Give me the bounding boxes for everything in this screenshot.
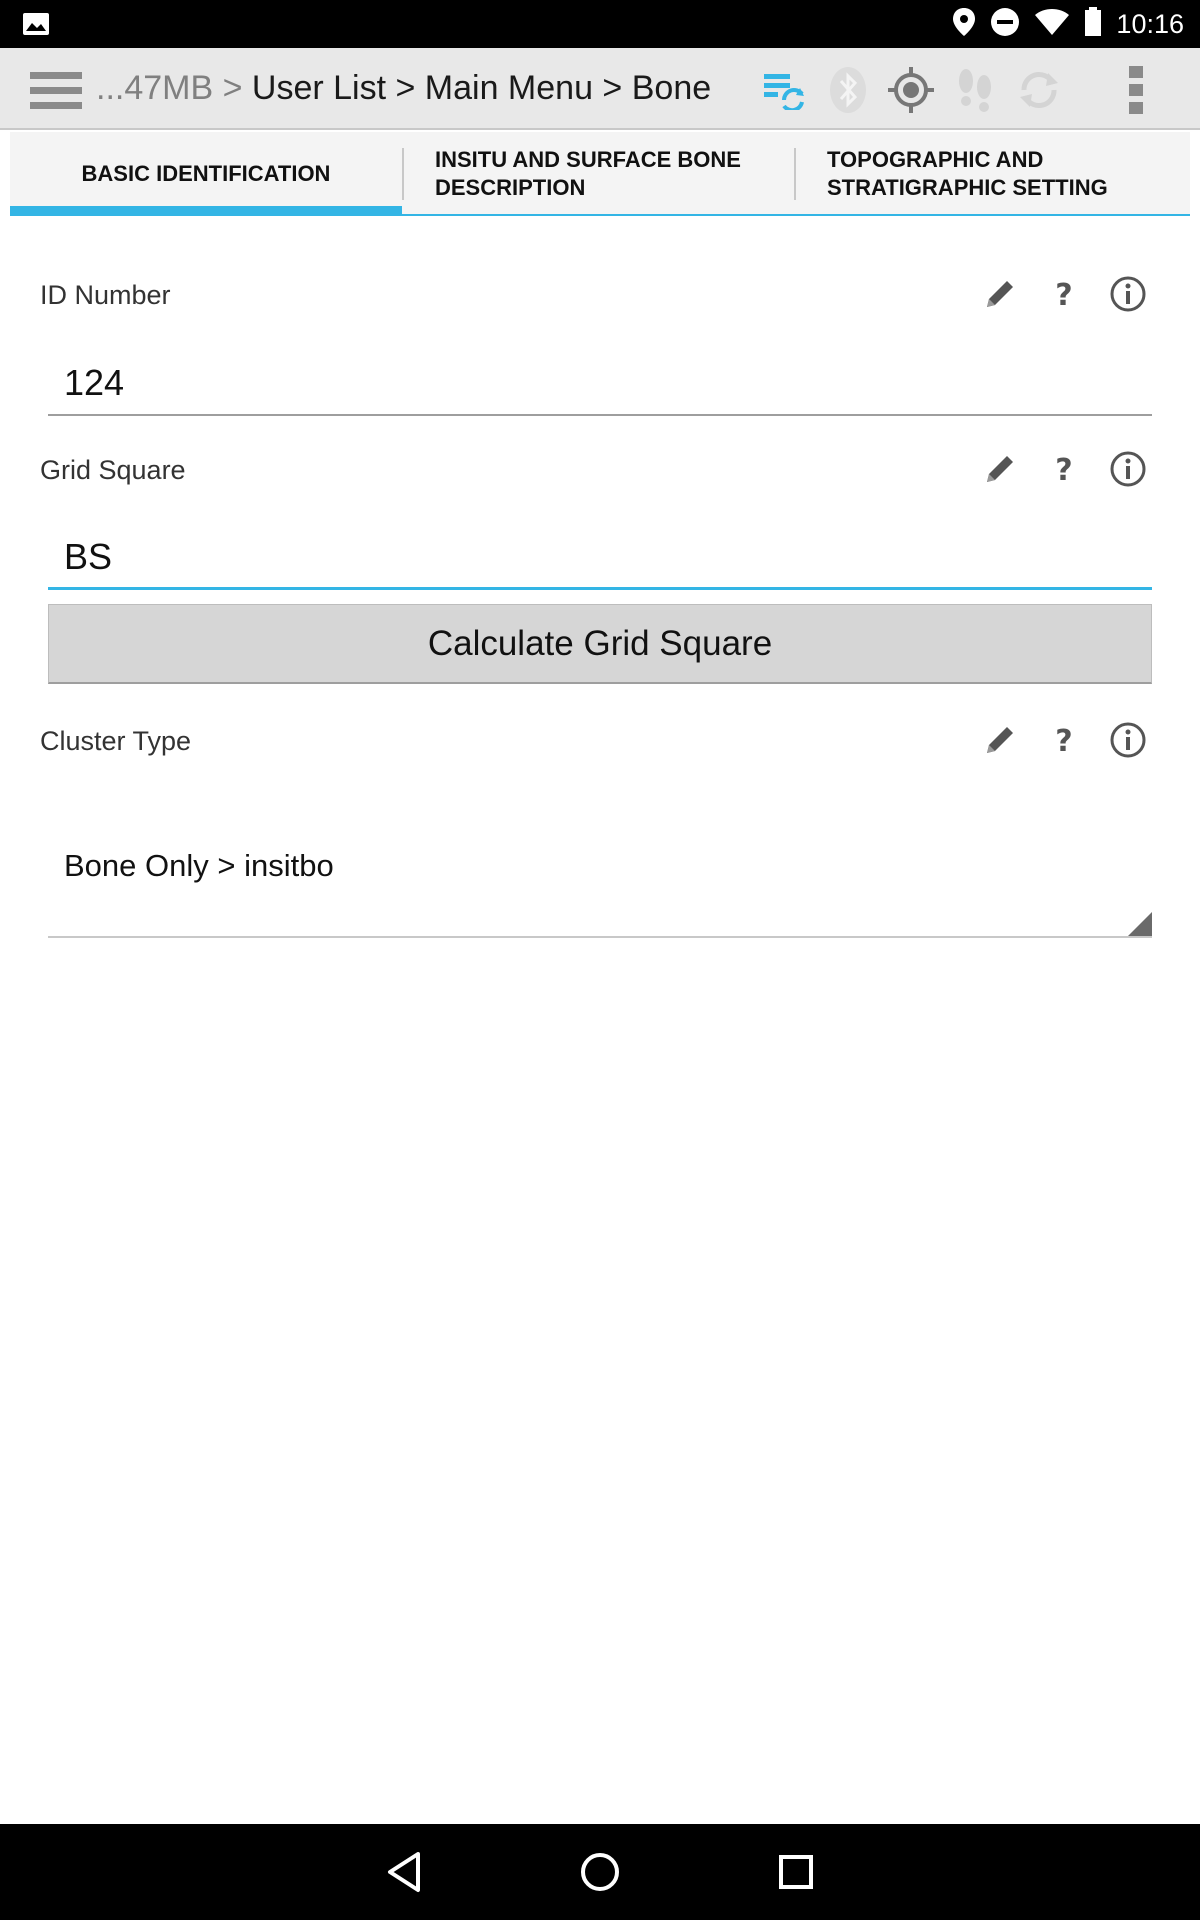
tab-insitu-surface-bone-description[interactable]: INSITU AND SURFACE BONE DESCRIPTION: [402, 132, 794, 216]
tab-bar: BASIC IDENTIFICATION INSITU AND SURFACE …: [10, 132, 1190, 216]
tab-label-line2: STRATIGRAPHIC SETTING: [827, 175, 1108, 200]
tab-divider: [402, 148, 404, 200]
overflow-menu-icon[interactable]: [1112, 66, 1160, 114]
tab-topographic-stratigraphic-setting[interactable]: TOPOGRAPHIC AND STRATIGRAPHIC SETTING: [794, 132, 1190, 216]
recents-icon[interactable]: [768, 1844, 824, 1900]
bluetooth-icon[interactable]: [824, 66, 872, 114]
status-bar: 10:16: [0, 0, 1200, 48]
id-number-label: ID Number: [40, 280, 171, 310]
grid-square-label: Grid Square: [40, 455, 186, 485]
breadcrumb: ...47MB > User List > Main Menu > Bone: [96, 69, 711, 108]
cluster-type-selected-value: Bone Only > insitbo: [64, 848, 334, 883]
tab-label-line1: INSITU AND SURFACE BONE: [435, 147, 741, 172]
grid-square-actions: ?: [976, 445, 1156, 493]
do-not-disturb-icon: [990, 7, 1020, 42]
location-icon: [952, 7, 976, 42]
clock: 10:16: [1116, 8, 1184, 39]
tab-basic-identification[interactable]: BASIC IDENTIFICATION: [10, 132, 402, 216]
help-question-icon[interactable]: ?: [1040, 270, 1088, 318]
tab-divider: [794, 148, 796, 200]
tab-label-line1: BASIC IDENTIFICATION: [81, 161, 331, 186]
gps-target-icon[interactable]: [887, 66, 935, 114]
edit-pencil-icon[interactable]: [976, 445, 1024, 493]
breadcrumb-path[interactable]: User List > Main Menu > Bone: [252, 69, 711, 107]
tab-underline: [794, 214, 1190, 216]
wifi-icon: [1034, 8, 1070, 41]
svg-text:?: ?: [1055, 724, 1072, 757]
image-icon: [22, 12, 50, 41]
sync-data-icon[interactable]: [760, 66, 808, 114]
dropdown-corner-icon: [1128, 912, 1152, 936]
info-icon[interactable]: [1104, 716, 1152, 764]
cluster-type-actions: ?: [976, 716, 1156, 764]
navigation-bar: [0, 1824, 1200, 1920]
footsteps-icon[interactable]: [951, 66, 999, 114]
back-icon[interactable]: [376, 1844, 432, 1900]
id-number-actions: ?: [976, 270, 1156, 318]
breadcrumb-prefix[interactable]: ...47MB >: [96, 69, 252, 107]
cluster-type-label: Cluster Type: [40, 726, 192, 756]
svg-text:?: ?: [1055, 278, 1072, 311]
refresh-icon[interactable]: [1015, 66, 1063, 114]
id-number-input[interactable]: 124: [48, 350, 1152, 416]
svg-text:?: ?: [1055, 453, 1072, 486]
help-question-icon[interactable]: ?: [1040, 716, 1088, 764]
grid-square-input[interactable]: BS: [48, 524, 1152, 590]
cluster-type-dropdown[interactable]: Bone Only > insitbo: [48, 820, 1152, 938]
info-icon[interactable]: [1104, 445, 1152, 493]
info-icon[interactable]: [1104, 270, 1152, 318]
battery-icon: [1084, 6, 1102, 42]
tab-active-indicator: [10, 206, 402, 216]
menu-icon[interactable]: [30, 70, 82, 117]
home-icon[interactable]: [572, 1844, 628, 1900]
action-bar: ...47MB > User List > Main Menu > Bone: [0, 48, 1200, 130]
tab-underline: [402, 214, 794, 216]
edit-pencil-icon[interactable]: [976, 716, 1024, 764]
help-question-icon[interactable]: ?: [1040, 445, 1088, 493]
tab-label-line1: TOPOGRAPHIC AND: [827, 147, 1044, 172]
edit-pencil-icon[interactable]: [976, 270, 1024, 318]
calculate-grid-square-button[interactable]: Calculate Grid Square: [48, 604, 1152, 684]
tab-label-line2: DESCRIPTION: [435, 175, 586, 200]
